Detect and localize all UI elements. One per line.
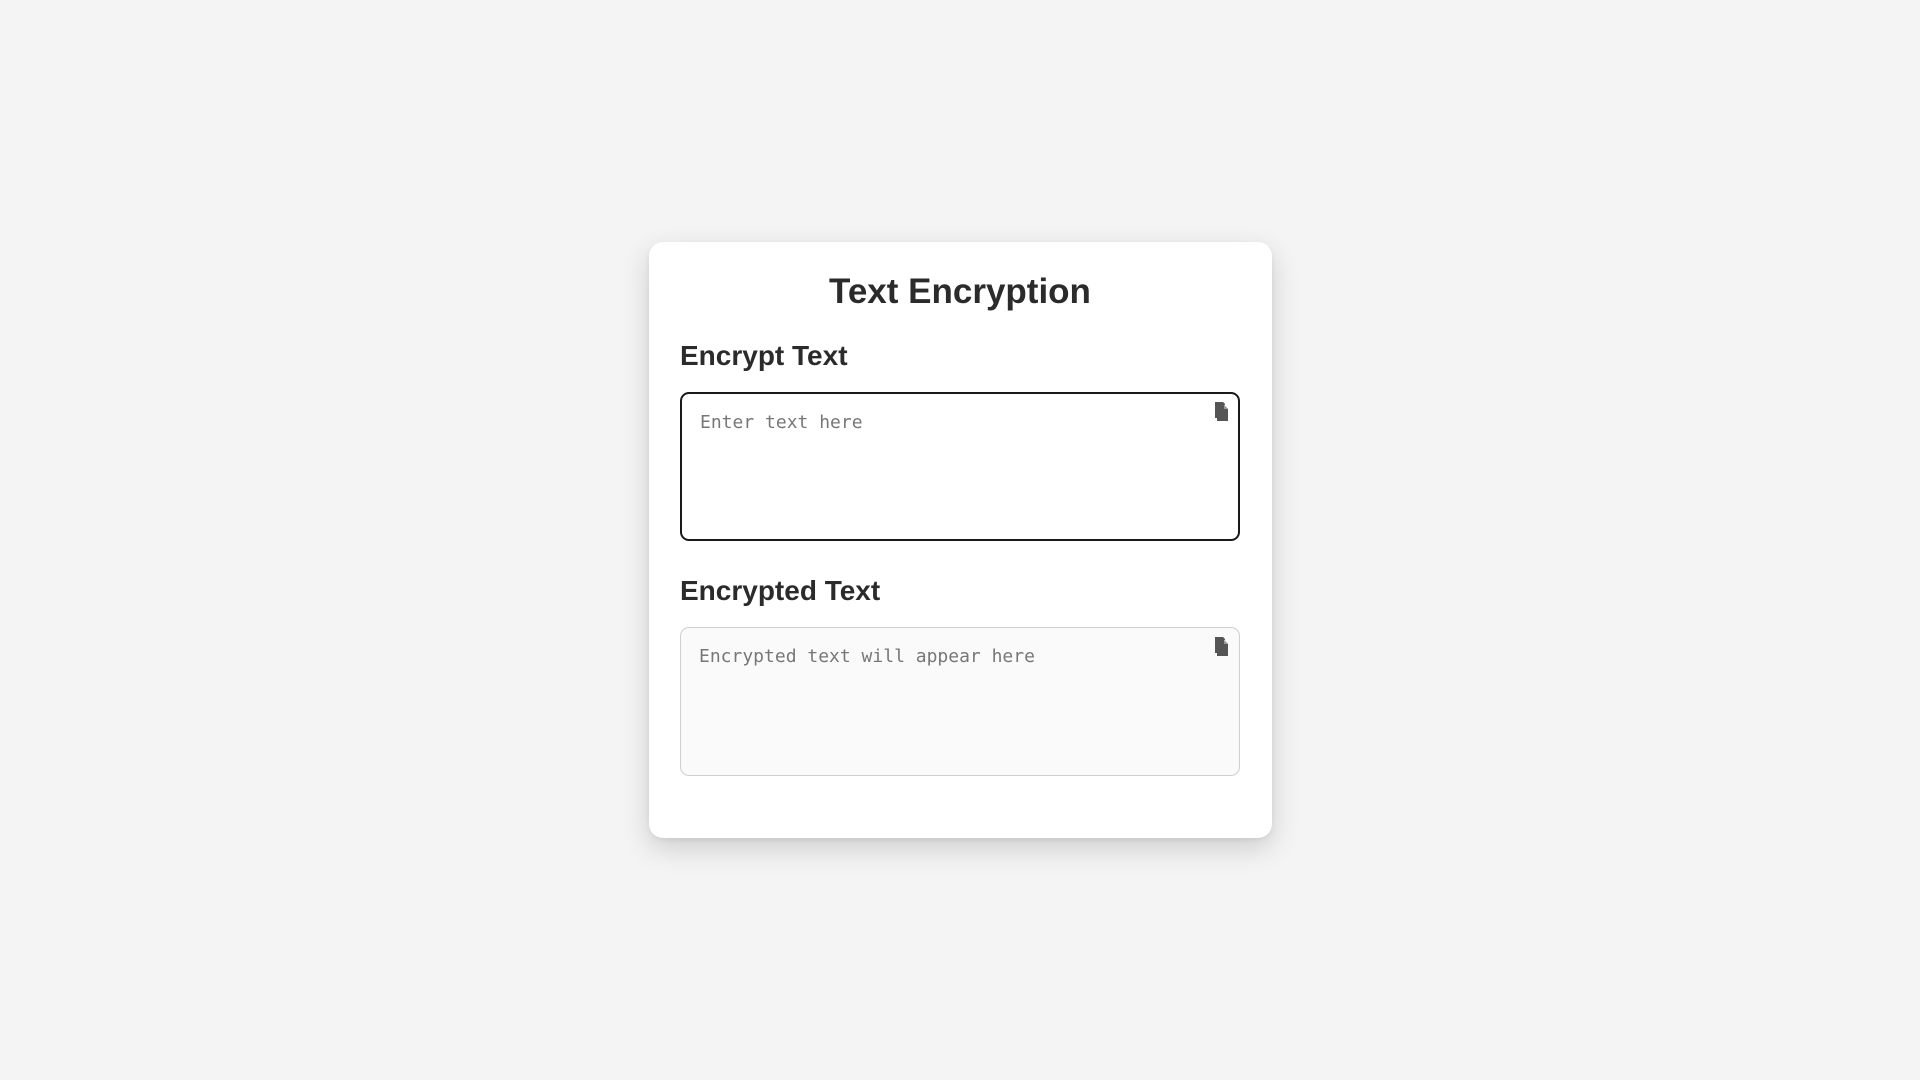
encrypt-input-wrapper (680, 392, 1240, 541)
encrypted-output-wrapper (680, 627, 1240, 776)
copy-output-button[interactable] (1210, 635, 1232, 659)
page-title: Text Encryption (829, 272, 1091, 311)
encrypt-text-input[interactable] (680, 392, 1240, 541)
encrypt-text-label: Encrypt Text (680, 340, 848, 371)
encrypted-text-label: Encrypted Text (680, 575, 881, 606)
encrypted-text-output[interactable] (680, 627, 1240, 776)
copy-icon (1215, 401, 1228, 421)
copy-input-button[interactable] (1210, 400, 1232, 424)
encryption-card: Text Encryption Encrypt Text Encrypted T… (649, 242, 1272, 838)
copy-icon (1215, 636, 1228, 656)
